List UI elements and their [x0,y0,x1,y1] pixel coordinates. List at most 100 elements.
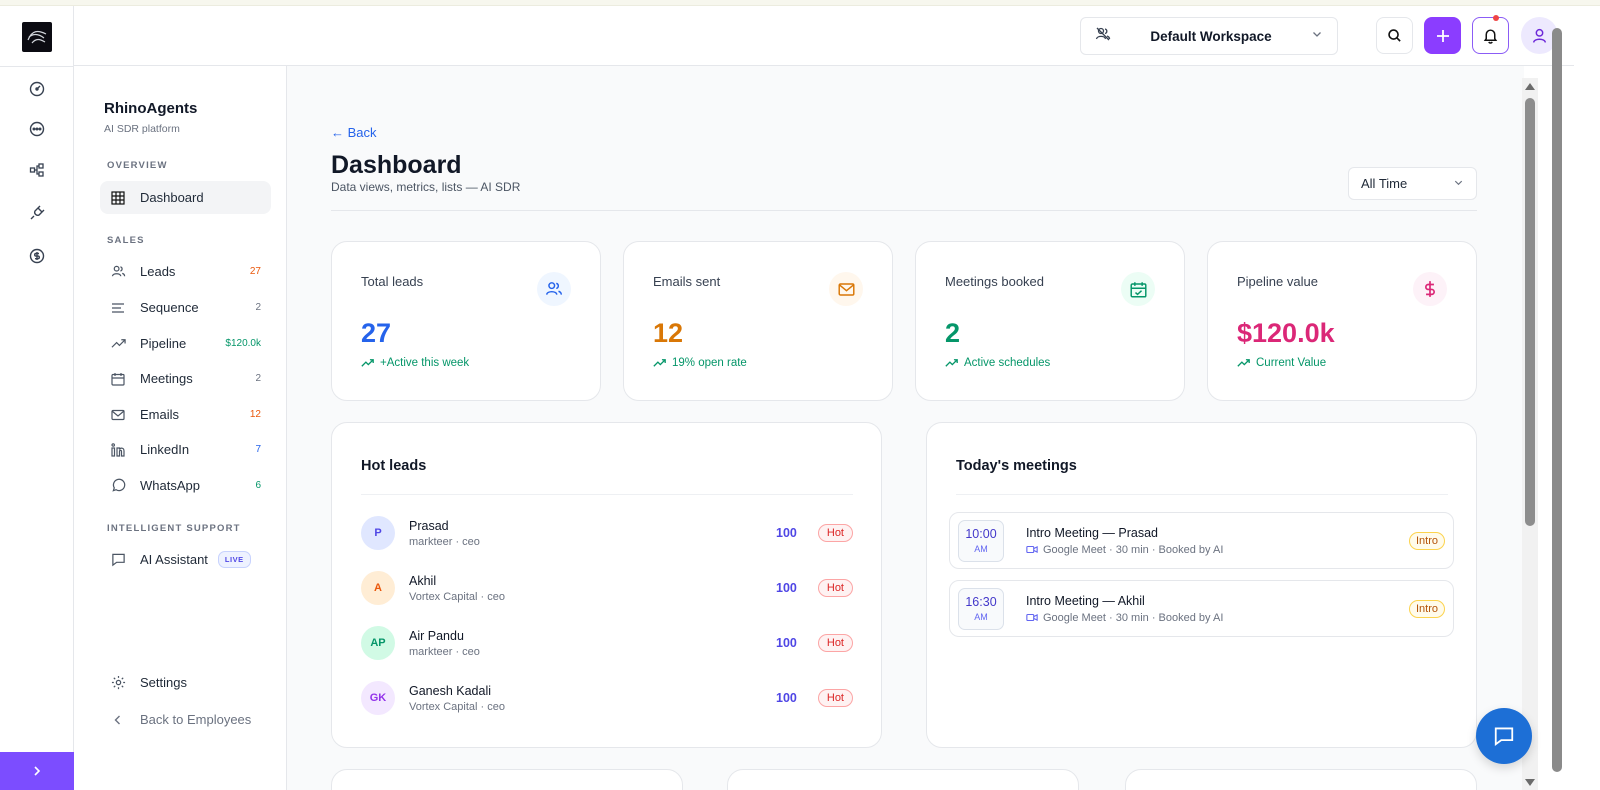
sidebar-item-settings[interactable]: Settings [100,666,271,699]
scroll-up-arrow[interactable] [1525,83,1535,90]
panel-divider [361,494,853,495]
sidebar-item-sequence[interactable]: Sequence 2 [100,291,271,324]
avatar: GK [361,681,395,715]
user-icon [1532,28,1547,43]
avatar: P [361,516,395,550]
icon-rail [0,6,74,790]
meeting-detail: Google Meet · 30 min · Booked by AI [1026,544,1409,556]
stat-value: 2 [945,318,961,348]
sidebar: RhinoAgents AI SDR platform OVERVIEW Das… [74,66,287,790]
meeting-type-badge: Intro [1408,531,1445,550]
section-overview: OVERVIEW [107,160,168,171]
hot-badge: Hot [817,524,853,542]
add-button[interactable] [1424,17,1461,54]
lead-company: markteer · ceo [409,645,480,658]
plug-icon[interactable] [26,202,48,224]
trend-up-icon [110,336,126,352]
video-icon [1026,613,1038,622]
section-sales: SALES [107,235,145,246]
stat-note-text: +Active this week [380,357,470,369]
app-logo[interactable] [22,22,52,52]
lead-score: 100 [776,636,797,650]
meeting-time: 10:00 AM [958,519,1004,562]
notifications-button[interactable] [1472,15,1509,54]
top-bar: Default Workspace [74,6,1574,66]
meeting-time-ampm: AM [974,612,988,622]
stat-note-text: Active schedules [964,357,1051,369]
scroll-down-arrow[interactable] [1525,779,1535,786]
trend-up-icon [361,359,374,367]
plus-icon [1436,29,1449,42]
sidebar-item-count: 6 [255,480,261,491]
scrollbar-thumb[interactable] [1552,28,1562,772]
lead-row[interactable]: AP Air Pandu markteer · ceo 100 Hot [361,623,853,663]
lead-name: Ganesh Kadali [409,683,492,698]
card-partial [331,769,683,790]
sidebar-item-ai-assistant[interactable]: AI Assistant LIVE [100,543,271,576]
sidebar-item-label: Dashboard [140,190,204,205]
stat-card-total-leads: Total leads 27 +Active this week [331,241,601,401]
chevron-left-icon [110,712,126,728]
sidebar-item-whatsapp[interactable]: WhatsApp 6 [100,469,271,502]
message-square-icon [110,552,126,568]
back-link[interactable]: ← Back [331,125,377,140]
back-to-employees-link[interactable]: Back to Employees [100,703,271,736]
search-button[interactable] [1376,17,1413,54]
sidebar-item-label: WhatsApp [140,478,200,493]
hot-badge: Hot [817,634,853,652]
main-content: ← Back Dashboard Data views, metrics, li… [287,66,1524,790]
sidebar-item-label: Meetings [140,371,193,386]
workspace-selector[interactable]: Default Workspace [1080,17,1338,55]
rail-divider [0,66,74,67]
sidebar-item-label: Settings [140,675,187,690]
time-range-select[interactable]: All Time [1348,167,1477,200]
meeting-card[interactable]: 10:00 AM Intro Meeting — Prasad Google M… [949,512,1454,569]
meeting-card[interactable]: 16:30 AM Intro Meeting — Akhil Google Me… [949,580,1454,637]
sidebar-item-pipeline[interactable]: Pipeline $120.0k [100,327,271,360]
stat-value: 12 [653,318,684,348]
sidebar-item-leads[interactable]: Leads 27 [100,255,271,288]
stat-note-text: 19% open rate [672,357,747,369]
gauge-icon[interactable] [26,78,48,100]
main-scrollbar[interactable] [1522,78,1538,790]
sidebar-item-count: 7 [255,444,261,455]
lead-row[interactable]: GK Ganesh Kadali Vortex Capital · ceo 10… [361,678,853,718]
stat-note-text: Current Value [1256,357,1327,369]
window-scrollbar[interactable] [1550,20,1564,790]
search-icon [1388,29,1401,42]
header-divider [331,210,1477,211]
bell-icon [1483,29,1498,44]
meeting-title: Intro Meeting — Prasad [1026,525,1159,540]
time-range-value: All Time [1361,176,1408,191]
sidebar-item-dashboard[interactable]: Dashboard [100,181,271,214]
chat-dots-icon[interactable] [26,118,48,140]
calendar-icon [110,371,126,387]
lead-row[interactable]: A Akhil Vortex Capital · ceo 100 Hot [361,568,853,608]
scrollbar-thumb[interactable] [1525,98,1535,526]
sidebar-item-meetings[interactable]: Meetings 2 [100,362,271,395]
trend-up-icon [945,359,958,367]
lead-company: Vortex Capital · ceo [409,590,505,603]
stat-label: Total leads [361,274,424,289]
dollar-circle-icon[interactable] [26,245,48,267]
card-partial [727,769,1079,790]
stat-note: Current Value [1237,357,1326,369]
meeting-time-ampm: AM [974,544,988,554]
workspace-icon [1095,26,1111,47]
stat-label: Pipeline value [1237,274,1318,289]
hot-badge: Hot [817,689,853,707]
chat-widget-button[interactable] [1476,708,1532,764]
avatar: A [361,571,395,605]
stat-note: Active schedules [945,357,1050,369]
lead-score: 100 [776,691,797,705]
lead-row[interactable]: P Prasad markteer · ceo 100 Hot [361,513,853,553]
sidebar-item-count: 2 [255,302,261,313]
brand-name: RhinoAgents [104,100,198,117]
sidebar-item-linkedin[interactable]: LinkedIn 7 [100,433,271,466]
lead-company: markteer · ceo [409,535,480,548]
workflow-icon[interactable] [26,159,48,181]
stat-note: +Active this week [361,357,469,369]
expand-sidebar-button[interactable] [0,752,74,790]
stat-label: Meetings booked [945,274,1045,289]
sidebar-item-emails[interactable]: Emails 12 [100,398,271,431]
